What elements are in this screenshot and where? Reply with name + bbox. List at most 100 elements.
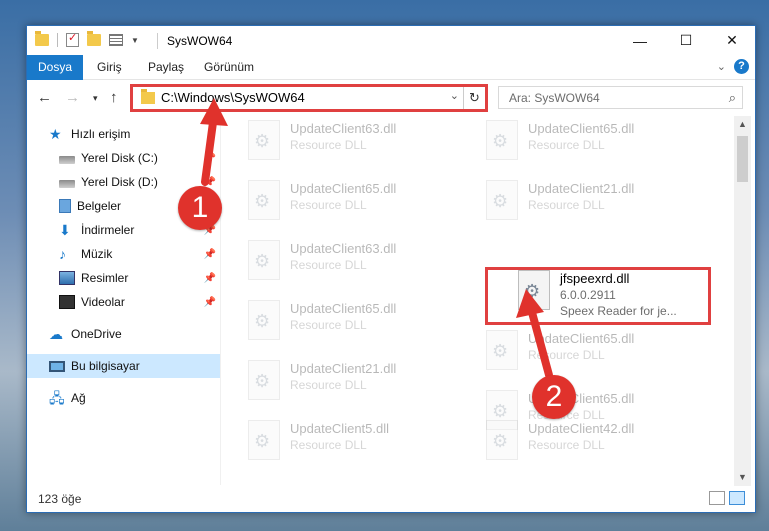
sidebar-item-videos[interactable]: Videolar 📌 (27, 290, 220, 314)
dll-file-icon (248, 120, 280, 160)
up-button[interactable]: ↑ (110, 89, 118, 106)
quick-access-toolbar: ▼ (35, 31, 139, 47)
sidebar-item-onedrive[interactable]: ☁ OneDrive (27, 322, 220, 346)
documents-icon (59, 199, 71, 213)
file-description: Resource DLL (290, 318, 367, 332)
star-icon: ★ (49, 126, 62, 142)
vertical-scrollbar[interactable]: ▲ ▼ (734, 116, 751, 486)
sidebar-item-label: Bu bilgisayar (71, 359, 140, 373)
file-description: Resource DLL (290, 438, 367, 452)
dll-file-icon (248, 180, 280, 220)
close-button[interactable]: ✕ (709, 26, 755, 55)
search-placeholder: Ara: SysWOW64 (509, 91, 600, 105)
file-name: UpdateClient65.dll (290, 301, 397, 316)
address-bar[interactable]: C:\Windows\SysWOW64 ⌄ ↻ (130, 84, 488, 112)
file-description: Resource DLL (290, 258, 367, 272)
tab-file[interactable]: Dosya (27, 55, 83, 80)
pin-icon[interactable]: 📌 (204, 153, 216, 164)
window-title: SysWOW64 (167, 34, 233, 48)
sidebar-item-label: OneDrive (71, 327, 122, 341)
expand-ribbon-icon[interactable]: ⌄ (717, 60, 726, 73)
back-button[interactable]: ← (37, 89, 52, 106)
sidebar-item-label: Ağ (71, 391, 86, 405)
search-icon[interactable]: ⌕ (729, 90, 736, 106)
status-bar: 123 öğe (27, 486, 755, 512)
file-description: Resource DLL (290, 138, 367, 152)
file-item[interactable]: UpdateClient21.dll Resource DLL (242, 356, 462, 412)
sidebar-item-label: Belgeler (77, 199, 122, 213)
dll-file-icon (486, 420, 518, 460)
ribbon-controls: ⌄ ? (717, 59, 749, 74)
ribbon-tabs: Dosya Giriş Paylaş Görünüm ⌄ ? (27, 55, 755, 80)
scroll-thumb[interactable] (737, 136, 748, 182)
folder-icon[interactable] (35, 31, 49, 46)
sidebar-item-label: İndirmeler (81, 223, 135, 237)
file-item[interactable]: UpdateClient65.dll Resource DLL (242, 176, 462, 232)
recent-locations-button[interactable]: ▾ (93, 93, 98, 104)
pin-icon[interactable]: 📌 (204, 273, 216, 284)
sidebar-item-this-pc[interactable]: Bu bilgisayar (27, 354, 220, 378)
title-separator (157, 33, 158, 49)
dll-file-icon (248, 240, 280, 280)
file-name: UpdateClient65.dll (528, 121, 635, 136)
search-input[interactable]: Ara: SysWOW64 ⌕ (498, 86, 743, 109)
dll-file-icon (248, 300, 280, 340)
file-item[interactable]: UpdateClient63.dll Resource DLL (242, 116, 462, 172)
folder-icon (141, 89, 155, 104)
tab-home[interactable]: Giriş (97, 55, 122, 80)
file-name: UpdateClient21.dll (528, 181, 635, 196)
refresh-button[interactable]: ↻ (463, 87, 485, 109)
file-item[interactable]: UpdateClient65.dll Resource DLL (480, 326, 700, 382)
file-name: UpdateClient63.dll (290, 241, 397, 256)
file-description: Resource DLL (528, 438, 605, 452)
title-bar: ▼ SysWOW64 — ☐ ✕ (27, 26, 755, 55)
sidebar-item-label: Yerel Disk (C:) (81, 151, 158, 165)
sidebar-item-network[interactable]: 🖧 Ağ (27, 386, 220, 410)
tiles-view-button[interactable] (729, 491, 745, 505)
sidebar-item-pictures[interactable]: Resimler 📌 (27, 266, 220, 290)
forward-button[interactable]: → (65, 89, 80, 106)
file-name: UpdateClient63.dll (290, 121, 397, 136)
properties-icon[interactable] (66, 31, 79, 47)
explorer-window: ▼ SysWOW64 — ☐ ✕ Dosya Giriş Paylaş Görü… (26, 25, 756, 513)
file-item[interactable]: UpdateClient65.dll Resource DLL (242, 296, 462, 352)
sidebar-item-label: Müzik (81, 247, 113, 261)
minimize-button[interactable]: — (617, 26, 663, 55)
file-name: UpdateClient42.dll (528, 421, 635, 436)
view-toggle (709, 491, 745, 505)
scroll-up-button[interactable]: ▲ (734, 116, 751, 133)
dll-file-icon (248, 360, 280, 400)
scroll-down-button[interactable]: ▼ (734, 469, 751, 486)
tab-view[interactable]: Görünüm (204, 55, 254, 80)
file-item[interactable]: UpdateClient5.dll Resource DLL (242, 416, 462, 472)
pin-icon[interactable]: 📌 (204, 297, 216, 308)
sidebar-item-quick-access[interactable]: ★ Hızlı erişim (27, 122, 220, 146)
file-item[interactable]: UpdateClient21.dll Resource DLL (480, 176, 700, 232)
address-path[interactable]: C:\Windows\SysWOW64 (161, 90, 305, 105)
new-folder-icon[interactable] (87, 31, 101, 46)
sidebar-item-label: Yerel Disk (D:) (81, 175, 158, 189)
file-item[interactable]: UpdateClient63.dll Resource DLL (242, 236, 462, 292)
chevron-down-icon[interactable]: ▼ (131, 36, 139, 45)
computer-icon (49, 360, 65, 372)
details-view-button[interactable] (709, 491, 725, 505)
file-description: Resource DLL (528, 348, 605, 362)
chevron-down-icon[interactable]: ⌄ (450, 89, 459, 102)
sidebar-item-music[interactable]: ♪ Müzik 📌 (27, 242, 220, 266)
file-item[interactable]: UpdateClient42.dll Resource DLL (480, 416, 700, 472)
pin-icon[interactable]: 📌 (204, 249, 216, 260)
file-description: Resource DLL (290, 378, 367, 392)
sidebar-item-local-disk-c[interactable]: Yerel Disk (C:) 📌 (27, 146, 220, 170)
file-description: Resource DLL (528, 138, 605, 152)
tab-share[interactable]: Paylaş (148, 55, 184, 80)
maximize-button[interactable]: ☐ (663, 26, 709, 55)
network-icon: 🖧 (49, 390, 65, 406)
file-name: UpdateClient21.dll (290, 361, 397, 376)
pane-divider[interactable] (220, 120, 221, 485)
file-item[interactable]: UpdateClient65.dll Resource DLL (480, 116, 700, 172)
item-count: 123 öğe (38, 492, 82, 506)
customize-list-icon[interactable] (109, 34, 123, 46)
step-badge-2: 2 (532, 375, 576, 419)
help-icon[interactable]: ? (734, 59, 749, 74)
pictures-icon (59, 271, 75, 285)
